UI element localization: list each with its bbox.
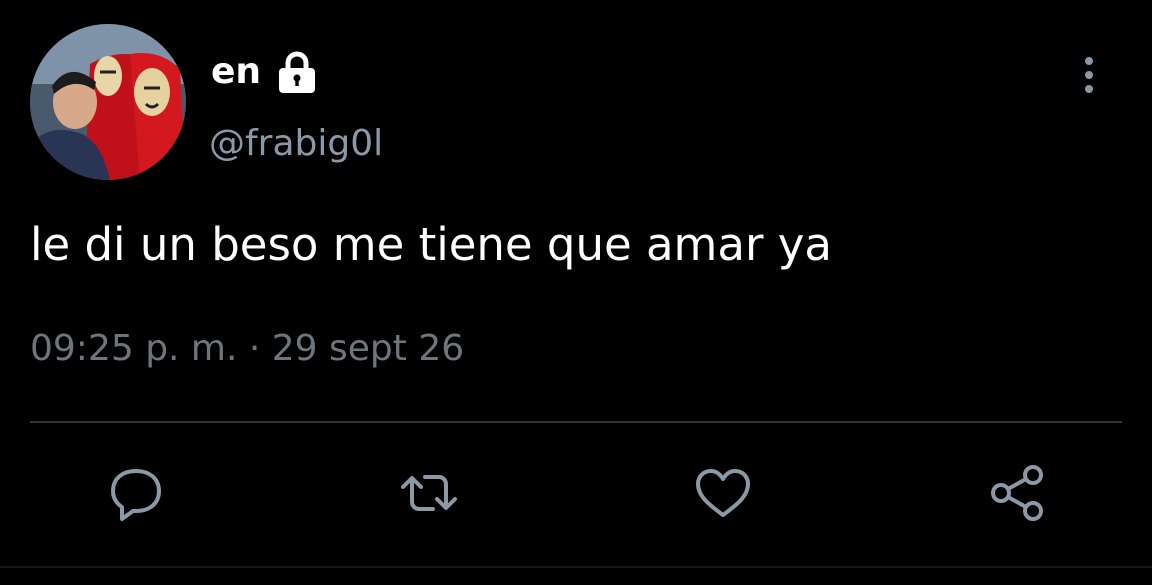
user-handle[interactable]: @frabig0l [209, 120, 383, 168]
like-button[interactable] [690, 460, 756, 526]
tweet-timestamp[interactable]: 09:25 p. m. · 29 sept 26 [30, 324, 464, 374]
reply-button[interactable] [103, 460, 169, 526]
more-vertical-icon[interactable] [1072, 55, 1106, 95]
retweet-icon [401, 475, 457, 511]
comment-icon [111, 469, 161, 521]
share-button[interactable] [984, 460, 1050, 526]
bottom-divider [0, 566, 1152, 568]
avatar-image [30, 24, 186, 180]
tweet-card: en @frabig0l le di un beso me tiene que … [0, 0, 1152, 585]
lock-icon [279, 51, 316, 93]
display-name-row: en [211, 48, 321, 96]
tweet-text: le di un beso me tiene que amar ya [30, 218, 832, 271]
share-icon [991, 465, 1043, 521]
display-name[interactable]: en [211, 48, 261, 96]
heart-icon [696, 469, 750, 517]
divider [30, 421, 1122, 423]
avatar[interactable] [30, 24, 186, 180]
retweet-button[interactable] [396, 460, 462, 526]
